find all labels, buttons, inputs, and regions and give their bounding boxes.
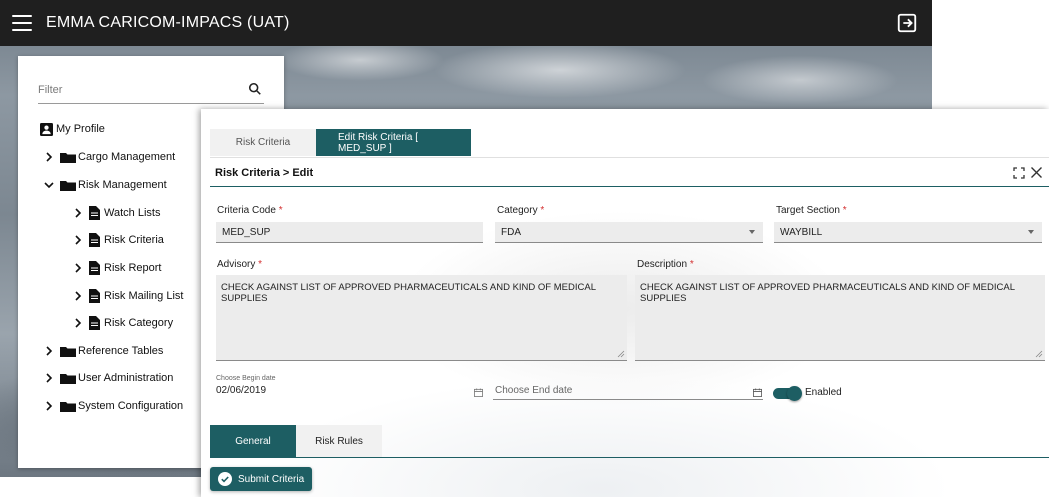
tab-bar: Risk Criteria Edit Risk Criteria [ MED_S… xyxy=(210,129,471,156)
app-title: EMMA CARICOM-IMPACS (UAT) xyxy=(46,14,290,31)
chevron-down-icon[interactable] xyxy=(44,180,54,190)
chevron-right-icon[interactable] xyxy=(73,291,83,301)
chevron-right-icon[interactable] xyxy=(73,208,83,218)
filter-field[interactable] xyxy=(38,80,264,104)
advisory-textarea[interactable]: CHECK AGAINST LIST OF APPROVED PHARMACEU… xyxy=(216,275,627,361)
account-box-icon xyxy=(40,122,53,136)
sidebar-item-label: Watch Lists xyxy=(104,207,161,219)
sidebar-item-label: Cargo Management xyxy=(78,151,176,163)
check-circle-icon xyxy=(218,472,232,486)
close-icon[interactable] xyxy=(1030,166,1043,179)
tab-risk-criteria[interactable]: Risk Criteria xyxy=(210,129,316,156)
description-label: Description * xyxy=(637,259,694,270)
calendar-icon[interactable] xyxy=(474,388,483,397)
sidebar-item-risk-criteria[interactable]: Risk Criteria xyxy=(73,231,164,249)
sidebar-item-label: My Profile xyxy=(56,123,105,135)
category-label: Category * xyxy=(497,205,545,216)
target-section-select[interactable]: WAYBILL xyxy=(774,222,1042,243)
folder-icon xyxy=(60,346,76,357)
folder-icon xyxy=(60,180,76,191)
filter-input[interactable] xyxy=(38,84,238,96)
chevron-right-icon[interactable] xyxy=(73,235,83,245)
enabled-label: Enabled xyxy=(805,387,842,398)
sidebar-item-label: User Administration xyxy=(78,372,174,384)
chevron-right-icon[interactable] xyxy=(44,346,54,356)
fullscreen-icon[interactable] xyxy=(1013,167,1025,179)
top-app-bar: EMMA CARICOM-IMPACS (UAT) xyxy=(0,0,932,46)
category-select[interactable]: FDA xyxy=(495,222,763,243)
advisory-label: Advisory * xyxy=(217,259,263,270)
sidebar-item-cargo-management[interactable]: Cargo Management xyxy=(44,148,175,166)
sidebar-item-system-configuration[interactable]: System Configuration xyxy=(44,397,183,415)
description-textarea[interactable]: CHECK AGAINST LIST OF APPROVED PHARMACEU… xyxy=(635,275,1045,361)
breadcrumb: Risk Criteria > Edit xyxy=(215,167,314,179)
document-icon xyxy=(89,233,100,247)
dropdown-arrow-icon[interactable] xyxy=(749,230,755,234)
end-date-underline xyxy=(493,399,763,400)
sidebar-item-label: System Configuration xyxy=(78,400,184,412)
enabled-toggle[interactable] xyxy=(773,386,802,401)
document-icon xyxy=(89,289,100,303)
folder-icon xyxy=(60,401,76,412)
target-section-label: Target Section * xyxy=(776,205,847,216)
sidebar-item-reference-tables[interactable]: Reference Tables xyxy=(44,342,163,360)
dropdown-arrow-icon[interactable] xyxy=(1028,230,1034,234)
sidebar-item-label: Risk Criteria xyxy=(104,234,164,246)
begin-date-input[interactable]: 02/06/2019 xyxy=(216,385,266,396)
logout-icon[interactable] xyxy=(896,12,918,34)
search-icon[interactable] xyxy=(248,82,262,96)
document-icon xyxy=(89,261,100,275)
end-date-input[interactable]: Choose End date xyxy=(495,385,572,396)
sidebar-item-label: Risk Report xyxy=(104,262,162,274)
sidebar-item-label: Reference Tables xyxy=(78,345,164,357)
resize-handle-icon[interactable] xyxy=(1035,350,1043,358)
folder-icon xyxy=(60,152,76,163)
sidebar-item-watch-lists[interactable]: Watch Lists xyxy=(73,204,160,222)
document-icon xyxy=(89,206,100,220)
folder-icon xyxy=(60,373,76,384)
resize-handle-icon[interactable] xyxy=(617,350,625,358)
sidebar-item-risk-management[interactable]: Risk Management xyxy=(44,176,167,194)
sidebar-item-risk-category[interactable]: Risk Category xyxy=(73,314,173,332)
sidebar-item-risk-report[interactable]: Risk Report xyxy=(73,259,161,277)
tab-general[interactable]: General xyxy=(210,425,296,457)
edit-risk-criteria-window: Risk Criteria Edit Risk Criteria [ MED_S… xyxy=(201,109,1049,497)
chevron-right-icon[interactable] xyxy=(44,401,54,411)
panel-header: Risk Criteria > Edit xyxy=(210,157,1049,187)
tab-risk-rules[interactable]: Risk Rules xyxy=(296,425,382,457)
document-icon xyxy=(89,316,100,330)
sidebar-item-label: Risk Management xyxy=(78,179,167,191)
chevron-right-icon[interactable] xyxy=(73,318,83,328)
criteria-code-label: Criteria Code * xyxy=(217,205,283,216)
chevron-right-icon[interactable] xyxy=(44,373,54,383)
tab-edit-risk-criteria[interactable]: Edit Risk Criteria [ MED_SUP ] xyxy=(316,129,471,156)
begin-date-label: Choose Begin date xyxy=(216,375,276,382)
sidebar-item-risk-mailing-list[interactable]: Risk Mailing List xyxy=(73,287,183,305)
criteria-code-input[interactable]: MED_SUP xyxy=(216,222,483,243)
sidebar-item-label: Risk Category xyxy=(104,317,174,329)
menu-icon[interactable] xyxy=(12,15,32,31)
divider xyxy=(210,457,1049,458)
toggle-knob[interactable] xyxy=(787,386,802,401)
chevron-right-icon[interactable] xyxy=(73,263,83,273)
sidebar-item-label: Risk Mailing List xyxy=(104,290,184,302)
sidebar-item-my-profile[interactable]: My Profile xyxy=(40,120,105,138)
chevron-right-icon[interactable] xyxy=(44,152,54,162)
sidebar-item-user-administration[interactable]: User Administration xyxy=(44,369,173,387)
submit-criteria-button[interactable]: Submit Criteria xyxy=(210,467,312,491)
calendar-icon[interactable] xyxy=(753,388,762,397)
